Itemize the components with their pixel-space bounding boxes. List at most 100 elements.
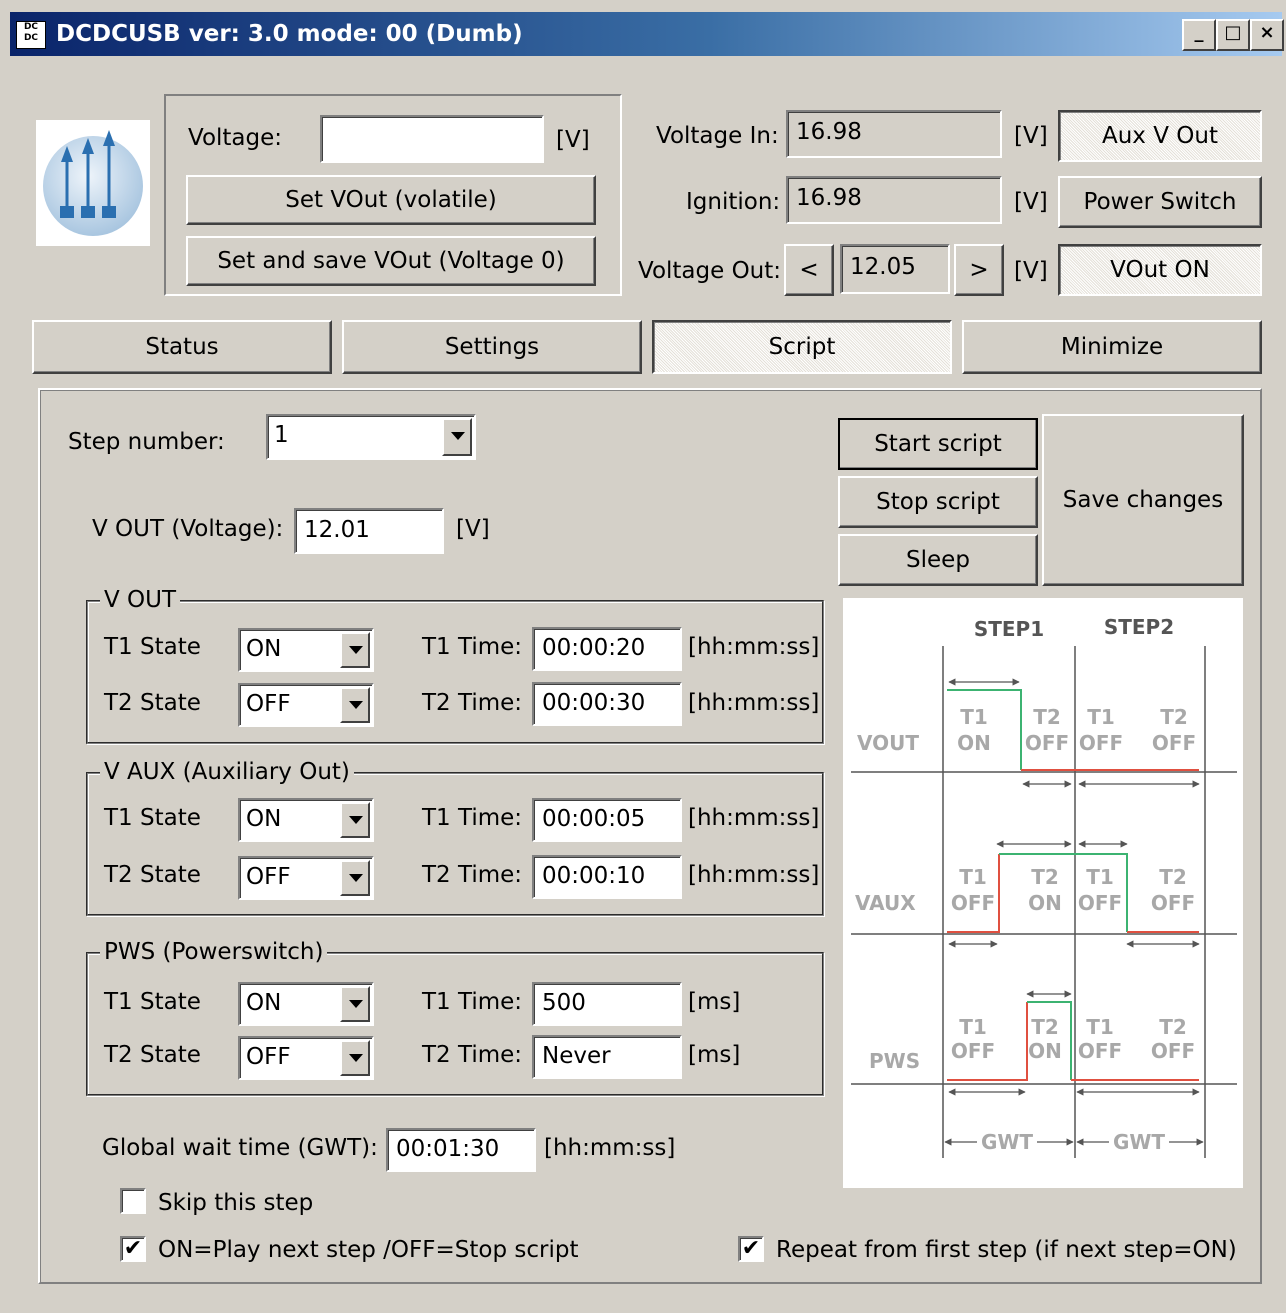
voltage-out-field: 12.05 <box>840 244 950 294</box>
title-bar[interactable]: DC DC DCDCUSB ver: 3.0 mode: 00 (Dumb) _… <box>10 12 1284 56</box>
timing-diagram-svg: STEP1 STEP2 VOUT VAUX PWS T1 ON T2 OFF T… <box>851 615 1237 1158</box>
skip-step-checkbox[interactable] <box>120 1188 146 1214</box>
maximize-window-button[interactable]: □ <box>1216 19 1250 51</box>
pws-c3-a: T1 <box>1086 1015 1114 1039</box>
vout-group-title: V OUT <box>100 587 181 613</box>
pws-t2-state-label: T2 State <box>104 1042 201 1068</box>
stop-script-button[interactable]: Stop script <box>838 476 1038 528</box>
pws-t1-state-select[interactable]: ON <box>238 982 374 1026</box>
gwt-label: Global wait time (GWT): <box>102 1135 378 1161</box>
ignition-unit: [V] <box>1014 189 1048 215</box>
play-next-checkbox[interactable]: ✔ <box>120 1236 146 1262</box>
window-title: DCDCUSB ver: 3.0 mode: 00 (Dumb) <box>56 21 523 47</box>
timing-diagram: STEP1 STEP2 VOUT VAUX PWS T1 ON T2 OFF T… <box>843 598 1243 1188</box>
pws-t1-time-unit: [ms] <box>688 989 741 1015</box>
pws-row-label: PWS <box>869 1049 920 1073</box>
chevron-down-icon[interactable] <box>340 860 370 896</box>
vout-t2-state-select[interactable]: OFF <box>238 683 374 727</box>
vout-c4-a: T2 <box>1160 705 1188 729</box>
vaux-t1-state-select[interactable]: ON <box>238 798 374 842</box>
dcdcusb-window: DC DC DCDCUSB ver: 3.0 mode: 00 (Dumb) _… <box>0 0 1286 1313</box>
vout-t1-state-value: ON <box>246 636 282 662</box>
vout-t1-state-select[interactable]: ON <box>238 628 374 672</box>
vout-voltage-input[interactable]: 12.01 <box>294 508 444 554</box>
pws-group-title: PWS (Powerswitch) <box>100 939 328 965</box>
repeat-label: Repeat from first step (if next step=ON) <box>776 1237 1237 1263</box>
tab-status[interactable]: Status <box>32 320 332 374</box>
vout-t1-time-input[interactable]: 00:00:20 <box>532 627 682 671</box>
step1-header: STEP1 <box>974 617 1044 641</box>
set-and-save-vout-button[interactable]: Set and save VOut (Voltage 0) <box>186 236 596 286</box>
vaux-t2-time-input[interactable]: 00:00:10 <box>532 855 682 899</box>
vaux-c2-a: T2 <box>1031 865 1059 889</box>
tab-script[interactable]: Script <box>652 320 952 374</box>
decrease-vout-button[interactable]: < <box>784 244 834 296</box>
vout-t2-time-unit: [hh:mm:ss] <box>688 690 820 716</box>
start-script-button[interactable]: Start script <box>838 418 1038 470</box>
repeat-checkbox[interactable]: ✔ <box>738 1236 764 1262</box>
chevron-down-icon[interactable] <box>340 802 370 838</box>
vout-c1-b: ON <box>957 731 991 755</box>
pws-t1-time-label: T1 Time: <box>422 989 523 1015</box>
pws-t1-time-input[interactable]: 500 <box>532 982 682 1026</box>
pws-t2-time-input[interactable]: Never <box>532 1035 682 1079</box>
chevron-down-icon[interactable] <box>340 1040 370 1076</box>
gwt-input[interactable]: 00:01:30 <box>386 1128 536 1172</box>
vaux-t1-time-label: T1 Time: <box>422 805 523 831</box>
vout-t1-time-unit: [hh:mm:ss] <box>688 634 820 660</box>
pws-group: PWS (Powerswitch) <box>86 939 824 1096</box>
increase-vout-button[interactable]: > <box>954 244 1004 296</box>
set-vout-volatile-button[interactable]: Set VOut (volatile) <box>186 175 596 225</box>
chevron-down-icon[interactable] <box>340 986 370 1022</box>
vaux-t1-time-input[interactable]: 00:00:05 <box>532 798 682 842</box>
ignition-field: 16.98 <box>786 176 1002 224</box>
skip-step-label: Skip this step <box>158 1190 314 1216</box>
power-switch-toggle[interactable]: Power Switch <box>1058 176 1262 228</box>
app-icon[interactable]: DC DC <box>16 21 46 49</box>
vaux-t2-state-value: OFF <box>246 864 291 890</box>
vout-t2-time-input[interactable]: 00:00:30 <box>532 682 682 726</box>
vaux-t1-time-unit: [hh:mm:ss] <box>688 805 820 831</box>
vout-group: V OUT <box>86 587 824 744</box>
vaux-c3-a: T1 <box>1086 865 1114 889</box>
pws-c2-b: ON <box>1028 1039 1062 1063</box>
vout-row-label: VOUT <box>857 731 919 755</box>
tab-settings[interactable]: Settings <box>342 320 642 374</box>
pws-t2-state-select[interactable]: OFF <box>238 1036 374 1080</box>
vout-c3-a: T1 <box>1087 705 1115 729</box>
vout-c2-a: T2 <box>1033 705 1061 729</box>
vaux-c1-b: OFF <box>951 891 995 915</box>
gwt-unit: [hh:mm:ss] <box>544 1135 676 1161</box>
pws-t2-state-value: OFF <box>246 1044 291 1070</box>
vout-t2-state-label: T2 State <box>104 690 201 716</box>
minimize-window-button[interactable]: _ <box>1182 19 1216 51</box>
pws-c4-b: OFF <box>1151 1039 1195 1063</box>
vaux-c3-b: OFF <box>1078 891 1122 915</box>
checkmark-icon: ✔ <box>123 1236 143 1261</box>
tab-minimize[interactable]: Minimize <box>962 320 1262 374</box>
save-changes-button[interactable]: Save changes <box>1042 414 1244 586</box>
close-window-button[interactable]: × <box>1250 19 1284 51</box>
pws-c1-a: T1 <box>959 1015 987 1039</box>
vout-on-toggle[interactable]: VOut ON <box>1058 244 1262 296</box>
vaux-t1-state-label: T1 State <box>104 805 201 831</box>
vaux-c4-b: OFF <box>1151 891 1195 915</box>
voltage-in-unit: [V] <box>1014 123 1048 149</box>
aux-v-out-toggle[interactable]: Aux V Out <box>1058 110 1262 162</box>
chevron-down-icon[interactable] <box>340 632 370 668</box>
pws-t2-time-label: T2 Time: <box>422 1042 523 1068</box>
vaux-t2-state-select[interactable]: OFF <box>238 856 374 900</box>
voltage-unit: [V] <box>556 127 590 153</box>
vout-t2-state-value: OFF <box>246 691 291 717</box>
pws-t1-state-label: T1 State <box>104 989 201 1015</box>
vaux-c1-a: T1 <box>959 865 987 889</box>
step-number-select[interactable]: 1 <box>266 414 476 460</box>
step-number-value: 1 <box>274 422 289 448</box>
voltage-input[interactable] <box>320 115 544 163</box>
sleep-button[interactable]: Sleep <box>838 534 1038 586</box>
vaux-t1-state-value: ON <box>246 806 282 832</box>
checkmark-icon: ✔ <box>741 1236 761 1261</box>
chevron-down-icon[interactable] <box>340 687 370 723</box>
chevron-down-icon[interactable] <box>442 418 472 456</box>
vout-t1-state-label: T1 State <box>104 634 201 660</box>
